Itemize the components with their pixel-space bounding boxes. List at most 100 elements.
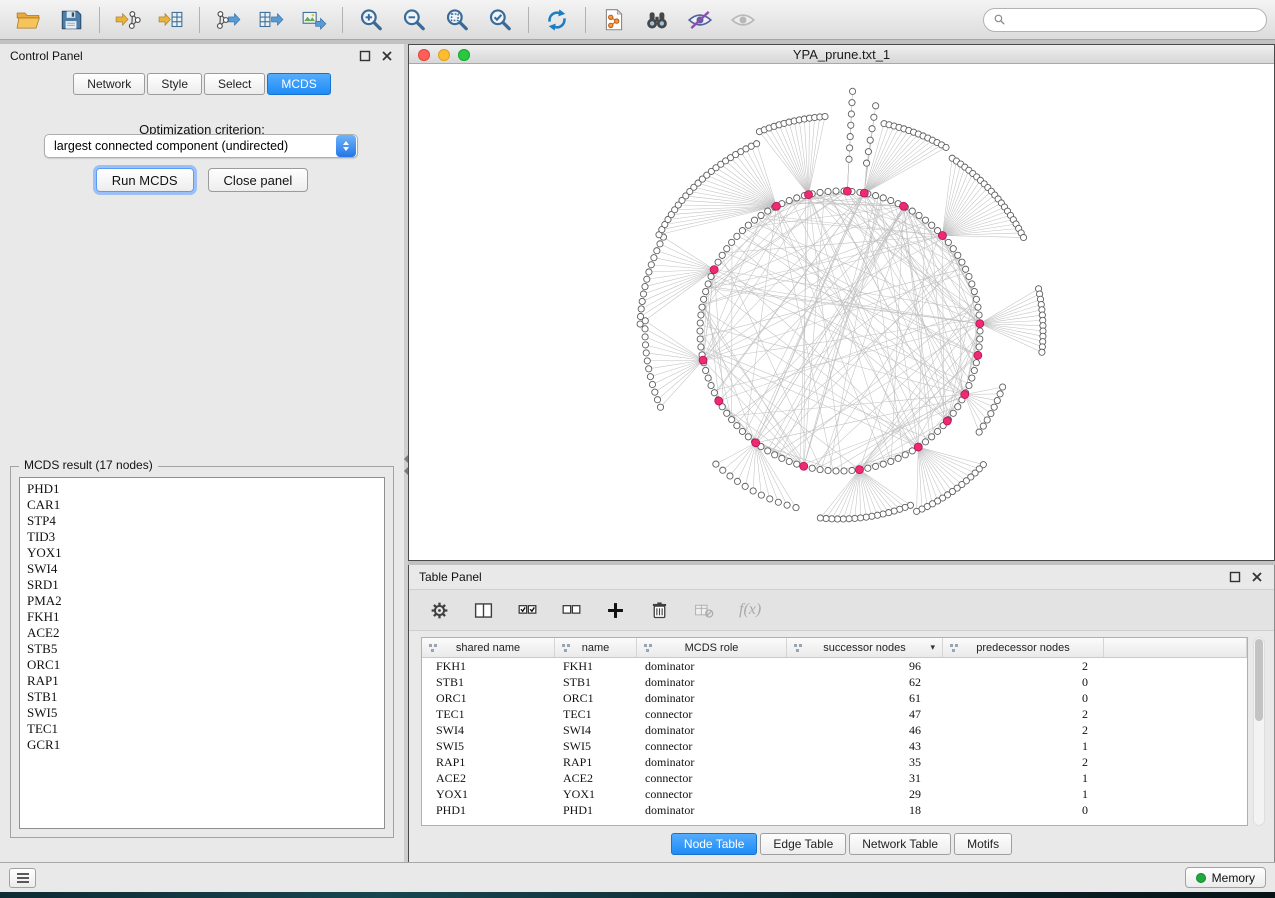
sort-chevron-icon[interactable]: ▾ (930, 642, 935, 653)
mcds-result-item[interactable]: STB5 (27, 641, 384, 657)
graph-node[interactable] (643, 350, 649, 356)
close-panel-icon[interactable] (1249, 570, 1264, 585)
table-row[interactable]: SWI5SWI5connector431 (422, 738, 1247, 754)
column-header-shared-name[interactable]: shared name (422, 638, 555, 657)
window-maximize-icon[interactable] (458, 49, 470, 61)
graph-node[interactable] (980, 423, 986, 429)
graph-node[interactable] (708, 382, 714, 388)
deselect-all-columns-button[interactable] (559, 598, 583, 622)
graph-node[interactable] (922, 439, 928, 445)
graph-node[interactable] (847, 134, 853, 140)
graph-node[interactable] (715, 259, 721, 265)
graph-node[interactable] (848, 122, 854, 128)
graph-node[interactable] (863, 514, 869, 520)
graph-node[interactable] (825, 467, 831, 473)
table-tab-network-table[interactable]: Network Table (849, 833, 951, 855)
graph-node[interactable] (976, 429, 982, 435)
graph-node[interactable] (703, 367, 709, 373)
graph-hub-node[interactable] (843, 187, 851, 195)
graph-node[interactable] (888, 458, 894, 464)
graph-node[interactable] (775, 499, 781, 505)
graph-node[interactable] (639, 298, 645, 304)
graph-hub-node[interactable] (800, 462, 808, 470)
graph-node[interactable] (865, 149, 871, 155)
graph-node[interactable] (829, 516, 835, 522)
graph-node[interactable] (729, 417, 735, 423)
graph-node[interactable] (874, 512, 880, 518)
graph-node[interactable] (871, 114, 877, 120)
graph-node[interactable] (786, 197, 792, 203)
export-table-button[interactable] (251, 4, 291, 36)
graph-node[interactable] (955, 252, 961, 258)
graph-node[interactable] (1000, 384, 1006, 390)
graph-node[interactable] (779, 455, 785, 461)
graph-node[interactable] (840, 516, 846, 522)
graph-node[interactable] (724, 246, 730, 252)
export-image-button[interactable] (294, 4, 334, 36)
graph-hub-node[interactable] (752, 439, 760, 447)
graph-node[interactable] (969, 281, 975, 287)
graph-node[interactable] (1039, 349, 1045, 355)
control-panel-tab-style[interactable]: Style (147, 73, 202, 95)
graph-node[interactable] (822, 113, 828, 119)
table-tab-motifs[interactable]: Motifs (954, 833, 1012, 855)
graph-node[interactable] (950, 246, 956, 252)
mcds-result-item[interactable]: SWI5 (27, 705, 384, 721)
graph-node[interactable] (833, 188, 839, 194)
mcds-result-item[interactable]: GCR1 (27, 737, 384, 753)
graph-node[interactable] (765, 448, 771, 454)
graph-hub-node[interactable] (914, 443, 922, 451)
graph-node[interactable] (934, 428, 940, 434)
table-row[interactable]: PHD1PHD1dominator180 (422, 802, 1247, 818)
close-panel-button[interactable]: Close panel (208, 168, 309, 192)
mcds-result-item[interactable]: SWI4 (27, 561, 384, 577)
graph-hub-node[interactable] (938, 232, 946, 240)
graph-node[interactable] (950, 410, 956, 416)
network-canvas[interactable] (409, 64, 1274, 560)
graph-hub-node[interactable] (900, 202, 908, 210)
graph-node[interactable] (745, 222, 751, 228)
graph-node[interactable] (988, 411, 994, 417)
column-header-MCDS-role[interactable]: MCDS role (637, 638, 787, 657)
graph-node[interactable] (654, 397, 660, 403)
column-header-name[interactable]: name (555, 638, 637, 657)
graph-node[interactable] (994, 397, 1000, 403)
graph-node[interactable] (817, 189, 823, 195)
graph-node[interactable] (648, 262, 654, 268)
table-row[interactable]: FKH1FKH1dominator962 (422, 658, 1247, 674)
graph-node[interactable] (719, 252, 725, 258)
graph-node[interactable] (638, 306, 644, 312)
graph-node[interactable] (841, 468, 847, 474)
graph-node[interactable] (698, 312, 704, 318)
graph-node[interactable] (823, 515, 829, 521)
graph-node[interactable] (642, 326, 648, 332)
graph-node[interactable] (697, 328, 703, 334)
graph-node[interactable] (973, 296, 979, 302)
mcds-result-item[interactable]: TID3 (27, 529, 384, 545)
graph-node[interactable] (817, 466, 823, 472)
graph-node[interactable] (793, 504, 799, 510)
graph-node[interactable] (646, 366, 652, 372)
graph-node[interactable] (872, 192, 878, 198)
graph-hub-node[interactable] (805, 191, 813, 199)
save-session-button[interactable] (51, 4, 91, 36)
mcds-result-item[interactable]: PHD1 (27, 481, 384, 497)
graph-hub-node[interactable] (961, 391, 969, 399)
graph-node[interactable] (955, 404, 961, 410)
global-search-box[interactable] (983, 8, 1267, 32)
table-row[interactable]: ACE2ACE2connector311 (422, 770, 1247, 786)
graph-node[interactable] (971, 367, 977, 373)
graph-hub-node[interactable] (860, 189, 868, 197)
mcds-result-item[interactable]: STB1 (27, 689, 384, 705)
column-header-predecessor-nodes[interactable]: predecessor nodes (943, 638, 1104, 657)
graph-node[interactable] (644, 358, 650, 364)
graph-node[interactable] (784, 502, 790, 508)
graph-node[interactable] (846, 145, 852, 151)
graph-node[interactable] (724, 410, 730, 416)
graph-node[interactable] (720, 467, 726, 473)
graph-node[interactable] (758, 492, 764, 498)
graph-node[interactable] (991, 404, 997, 410)
graph-node[interactable] (809, 465, 815, 471)
graph-node[interactable] (976, 344, 982, 350)
graph-node[interactable] (644, 276, 650, 282)
